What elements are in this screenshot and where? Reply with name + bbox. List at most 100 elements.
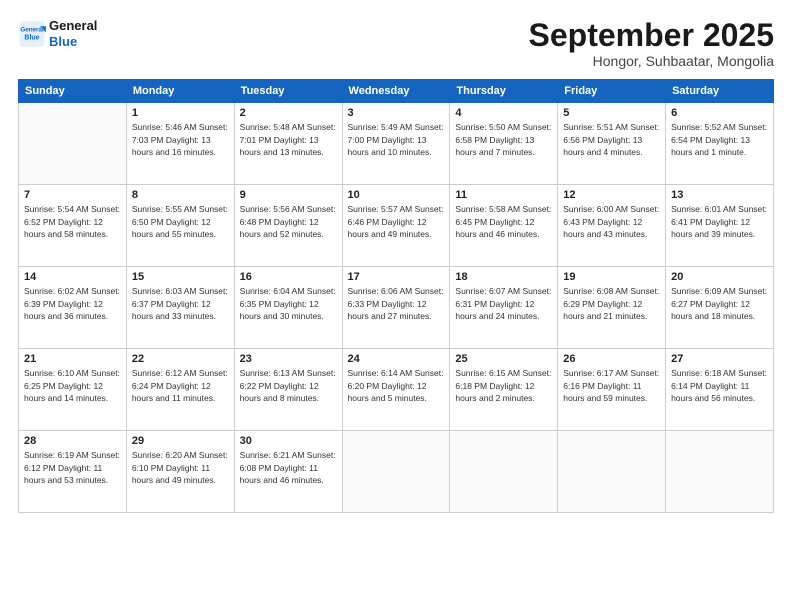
table-row: 27 Sunrise: 6:18 AM Sunset: 6:14 PM Dayli… xyxy=(666,349,774,431)
table-row: 17 Sunrise: 6:06 AM Sunset: 6:33 PM Dayli… xyxy=(342,267,450,349)
table-row: 8 Sunrise: 5:55 AM Sunset: 6:50 PM Daylig… xyxy=(126,185,234,267)
calendar-week-4: 21Sunrise: 6:10 AM Sunset: 6:25 PM Dayli… xyxy=(19,349,774,431)
day-info: Sunrise: 6:14 AM Sunset: 6:20 PM Dayligh… xyxy=(348,367,445,404)
calendar-table: Sunday Monday Tuesday Wednesday Thursday… xyxy=(18,79,774,513)
day-info: Sunrise: 6:04 AM Sunset: 6:35 PM Dayligh… xyxy=(240,285,337,322)
table-row xyxy=(558,431,666,513)
day-number: 7 xyxy=(24,189,121,201)
day-number: 30 xyxy=(240,435,337,447)
day-info: Sunrise: 6:20 AM Sunset: 6:10 PM Dayligh… xyxy=(132,449,229,486)
day-number: 6 xyxy=(671,107,768,119)
table-row xyxy=(342,431,450,513)
day-info: Sunrise: 5:48 AM Sunset: 7:01 PM Dayligh… xyxy=(240,121,337,158)
day-number: 15 xyxy=(132,271,229,283)
day-info: Sunrise: 5:50 AM Sunset: 6:58 PM Dayligh… xyxy=(455,121,552,158)
table-row: 25 Sunrise: 6:15 AM Sunset: 6:18 PM Dayli… xyxy=(450,349,558,431)
header-tuesday: Tuesday xyxy=(234,80,342,103)
calendar-week-1: 1 Sunrise: 5:46 AM Sunset: 7:03 PM Daylig… xyxy=(19,103,774,185)
header-sunday: Sunday xyxy=(19,80,127,103)
day-number: 25 xyxy=(455,353,552,365)
day-number: 10 xyxy=(348,189,445,201)
day-number: 27 xyxy=(671,353,768,365)
day-info: Sunrise: 6:03 AM Sunset: 6:37 PM Dayligh… xyxy=(132,285,229,322)
day-number: 24 xyxy=(348,353,445,365)
day-info: Sunrise: 5:55 AM Sunset: 6:50 PM Dayligh… xyxy=(132,203,229,240)
table-row: 5 Sunrise: 5:51 AM Sunset: 6:56 PM Daylig… xyxy=(558,103,666,185)
logo-icon: General Blue xyxy=(18,20,46,48)
header-friday: Friday xyxy=(558,80,666,103)
day-number: 17 xyxy=(348,271,445,283)
table-row: 3Sunrise: 5:49 AM Sunset: 7:00 PM Daylig… xyxy=(342,103,450,185)
table-row: 2Sunrise: 5:48 AM Sunset: 7:01 PM Daylig… xyxy=(234,103,342,185)
svg-text:General: General xyxy=(20,26,43,33)
day-info: Sunrise: 5:56 AM Sunset: 6:48 PM Dayligh… xyxy=(240,203,337,240)
header: General Blue General Blue September 2025… xyxy=(18,18,774,69)
day-number: 5 xyxy=(563,107,660,119)
day-info: Sunrise: 6:09 AM Sunset: 6:27 PM Dayligh… xyxy=(671,285,768,322)
title-block: September 2025 Hongor, Suhbaatar, Mongol… xyxy=(529,18,774,69)
day-info: Sunrise: 5:54 AM Sunset: 6:52 PM Dayligh… xyxy=(24,203,121,240)
table-row: 21Sunrise: 6:10 AM Sunset: 6:25 PM Dayli… xyxy=(19,349,127,431)
subtitle: Hongor, Suhbaatar, Mongolia xyxy=(529,53,774,69)
header-monday: Monday xyxy=(126,80,234,103)
day-number: 14 xyxy=(24,271,121,283)
day-number: 20 xyxy=(671,271,768,283)
day-info: Sunrise: 6:13 AM Sunset: 6:22 PM Dayligh… xyxy=(240,367,337,404)
table-row: 30 Sunrise: 6:21 AM Sunset: 6:08 PM Dayli… xyxy=(234,431,342,513)
table-row xyxy=(450,431,558,513)
day-info: Sunrise: 5:51 AM Sunset: 6:56 PM Dayligh… xyxy=(563,121,660,158)
day-info: Sunrise: 5:46 AM Sunset: 7:03 PM Dayligh… xyxy=(132,121,229,158)
logo: General Blue General Blue xyxy=(18,18,97,49)
day-number: 29 xyxy=(132,435,229,447)
table-row: 12 Sunrise: 6:00 AM Sunset: 6:43 PM Dayli… xyxy=(558,185,666,267)
calendar-header-row: Sunday Monday Tuesday Wednesday Thursday… xyxy=(19,80,774,103)
day-number: 13 xyxy=(671,189,768,201)
table-row: 18Sunrise: 6:07 AM Sunset: 6:31 PM Dayli… xyxy=(450,267,558,349)
table-row: 1 Sunrise: 5:46 AM Sunset: 7:03 PM Daylig… xyxy=(126,103,234,185)
table-row: 24 Sunrise: 6:14 AM Sunset: 6:20 PM Dayli… xyxy=(342,349,450,431)
day-info: Sunrise: 6:01 AM Sunset: 6:41 PM Dayligh… xyxy=(671,203,768,240)
svg-text:Blue: Blue xyxy=(24,34,39,41)
day-info: Sunrise: 6:18 AM Sunset: 6:14 PM Dayligh… xyxy=(671,367,768,404)
day-number: 26 xyxy=(563,353,660,365)
day-number: 18 xyxy=(455,271,552,283)
table-row: 7 Sunrise: 5:54 AM Sunset: 6:52 PM Daylig… xyxy=(19,185,127,267)
table-row: 11 Sunrise: 5:58 AM Sunset: 6:45 PM Dayli… xyxy=(450,185,558,267)
table-row: 14 Sunrise: 6:02 AM Sunset: 6:39 PM Dayli… xyxy=(19,267,127,349)
day-info: Sunrise: 6:00 AM Sunset: 6:43 PM Dayligh… xyxy=(563,203,660,240)
month-title: September 2025 xyxy=(529,18,774,53)
day-info: Sunrise: 5:52 AM Sunset: 6:54 PM Dayligh… xyxy=(671,121,768,158)
calendar-week-5: 28 Sunrise: 6:19 AM Sunset: 6:12 PM Dayli… xyxy=(19,431,774,513)
table-row: 15 Sunrise: 6:03 AM Sunset: 6:37 PM Dayli… xyxy=(126,267,234,349)
table-row: 9 Sunrise: 5:56 AM Sunset: 6:48 PM Daylig… xyxy=(234,185,342,267)
day-number: 22 xyxy=(132,353,229,365)
day-number: 12 xyxy=(563,189,660,201)
table-row: 22Sunrise: 6:12 AM Sunset: 6:24 PM Dayli… xyxy=(126,349,234,431)
calendar-week-3: 14 Sunrise: 6:02 AM Sunset: 6:39 PM Dayli… xyxy=(19,267,774,349)
day-number: 4 xyxy=(455,107,552,119)
table-row: 13 Sunrise: 6:01 AM Sunset: 6:41 PM Dayli… xyxy=(666,185,774,267)
day-number: 1 xyxy=(132,107,229,119)
day-info: Sunrise: 5:58 AM Sunset: 6:45 PM Dayligh… xyxy=(455,203,552,240)
header-wednesday: Wednesday xyxy=(342,80,450,103)
header-thursday: Thursday xyxy=(450,80,558,103)
day-info: Sunrise: 6:02 AM Sunset: 6:39 PM Dayligh… xyxy=(24,285,121,322)
day-number: 9 xyxy=(240,189,337,201)
day-info: Sunrise: 6:19 AM Sunset: 6:12 PM Dayligh… xyxy=(24,449,121,486)
day-number: 23 xyxy=(240,353,337,365)
day-info: Sunrise: 6:21 AM Sunset: 6:08 PM Dayligh… xyxy=(240,449,337,486)
table-row: 16Sunrise: 6:04 AM Sunset: 6:35 PM Dayli… xyxy=(234,267,342,349)
day-info: Sunrise: 6:06 AM Sunset: 6:33 PM Dayligh… xyxy=(348,285,445,322)
day-number: 28 xyxy=(24,435,121,447)
logo-text: General Blue xyxy=(49,18,97,49)
page: General Blue General Blue September 2025… xyxy=(0,0,792,612)
day-info: Sunrise: 6:17 AM Sunset: 6:16 PM Dayligh… xyxy=(563,367,660,404)
day-info: Sunrise: 6:15 AM Sunset: 6:18 PM Dayligh… xyxy=(455,367,552,404)
day-number: 21 xyxy=(24,353,121,365)
table-row: 29 Sunrise: 6:20 AM Sunset: 6:10 PM Dayli… xyxy=(126,431,234,513)
table-row xyxy=(19,103,127,185)
table-row: 20 Sunrise: 6:09 AM Sunset: 6:27 PM Dayli… xyxy=(666,267,774,349)
day-number: 8 xyxy=(132,189,229,201)
day-number: 11 xyxy=(455,189,552,201)
calendar-week-2: 7 Sunrise: 5:54 AM Sunset: 6:52 PM Daylig… xyxy=(19,185,774,267)
